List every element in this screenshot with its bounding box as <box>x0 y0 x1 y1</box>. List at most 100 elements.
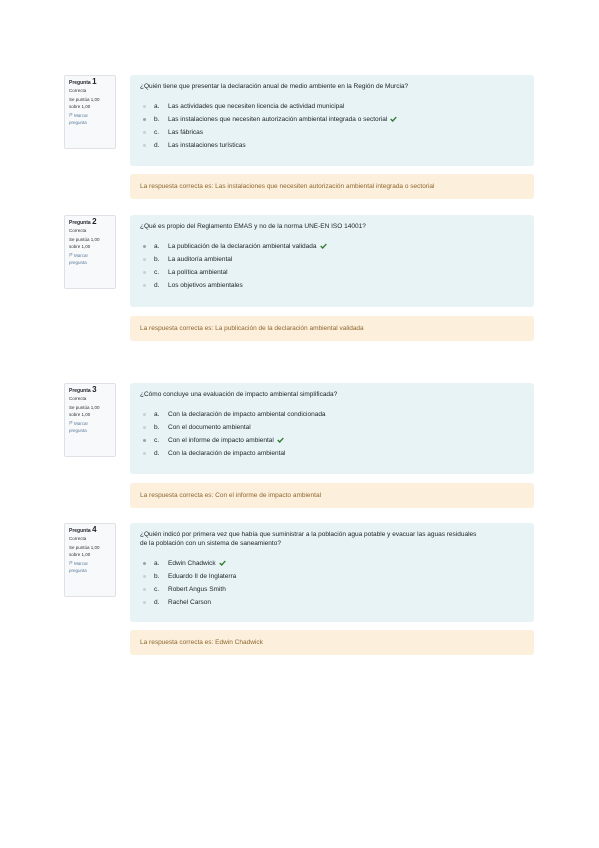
question-state: Correcta <box>69 87 87 93</box>
answer-label: Eduardo II de Inglaterra <box>168 573 237 580</box>
radio-button[interactable] <box>143 426 146 429</box>
question-formulation: ¿Quién indicó por primera vez que había … <box>130 523 534 622</box>
answer-text: Los objetivos ambientales <box>168 281 243 290</box>
question-label: Pregunta <box>69 528 91 534</box>
question-formulation: ¿Cómo concluye una evaluación de impacto… <box>130 383 534 474</box>
answer-letter: d. <box>154 142 160 149</box>
radio-button[interactable] <box>143 439 146 442</box>
check-icon <box>277 437 284 443</box>
answer-label: La auditoría ambiental <box>168 256 233 263</box>
flag-question-link[interactable]: Marcar pregunta <box>69 253 111 266</box>
answer-option[interactable]: b. Eduardo II de Inglaterra <box>140 570 524 583</box>
answer-letter: c. <box>154 437 160 444</box>
answer-text: Las instalaciones que necesiten autoriza… <box>168 115 398 124</box>
radio-button[interactable] <box>143 131 146 134</box>
flag-question-link[interactable]: Marcar pregunta <box>69 113 111 126</box>
grade-line: Se puntúa 1,00 <box>69 405 100 410</box>
answer-option[interactable]: a. Las actividades que necesiten licenci… <box>140 100 524 113</box>
answer-option[interactable]: a. La publicación de la declaración ambi… <box>140 240 524 253</box>
flag-label: pregunta <box>69 427 87 433</box>
answer-letter: a. <box>154 560 160 567</box>
question-number-value: 4 <box>92 525 97 534</box>
question-text: ¿Quién indicó por primera vez que había … <box>140 530 524 548</box>
question-info: Pregunta 2 Correcta Se puntúa 1,00 sobre … <box>64 215 116 289</box>
answer-option[interactable]: a. Con la declaración de impacto ambient… <box>140 408 524 421</box>
answer-text: Rachel Carson <box>168 598 211 607</box>
question-formulation: ¿Qué es propio del Reglamento EMAS y no … <box>130 215 534 307</box>
flag-icon <box>69 113 73 117</box>
question-info: Pregunta 4 Correcta Se puntúa 1,00 sobre … <box>64 523 116 597</box>
answer-option[interactable]: d. Las instalaciones turísticas <box>140 139 524 152</box>
answer-label: Los objetivos ambientales <box>168 282 243 289</box>
radio-button[interactable] <box>143 271 146 274</box>
radio-button[interactable] <box>143 105 146 108</box>
radio-button[interactable] <box>143 144 146 147</box>
answer-text: Con el documento ambiental <box>168 423 251 432</box>
flag-label: pregunta <box>69 119 87 125</box>
question-text: ¿Cómo concluye una evaluación de impacto… <box>140 391 338 398</box>
check-icon <box>218 560 226 566</box>
answer-option[interactable]: c. Con el informe de impacto ambiental <box>140 434 524 447</box>
answer-text: Con el informe de impacto ambiental <box>168 436 284 445</box>
flag-icon <box>69 253 73 257</box>
flag-icon <box>69 421 73 425</box>
question-text: ¿Qué es propio del Reglamento EMAS y no … <box>140 223 366 230</box>
answer-letter: b. <box>154 256 160 263</box>
question-text-line: ¿Quién indicó por primera vez que había … <box>140 531 477 538</box>
answer-label: Con la declaración de impacto ambiental … <box>168 411 326 418</box>
radio-button[interactable] <box>143 601 146 604</box>
correct-answer-feedback: La respuesta correcta es: Las instalacio… <box>130 174 534 199</box>
radio-button[interactable] <box>143 118 146 121</box>
grade-line: sobre 1,00 <box>69 103 91 109</box>
answer-text: La publicación de la declaración ambient… <box>168 242 327 251</box>
check-icon <box>319 243 327 249</box>
question-number-value: 3 <box>92 385 97 394</box>
flag-question-link[interactable]: Marcar pregunta <box>69 561 111 574</box>
check-icon <box>390 116 398 122</box>
answer-letter: a. <box>154 243 160 250</box>
flag-label: pregunta <box>69 567 87 573</box>
answer-option[interactable]: c. Robert Angus Smith <box>140 583 524 596</box>
flag-label: Marcar <box>74 113 89 118</box>
grade-line: sobre 1,00 <box>69 243 91 249</box>
answer-letter: c. <box>154 129 160 136</box>
answer-option[interactable]: c. La política ambiental <box>140 266 524 279</box>
grade-line: Se puntúa 1,00 <box>69 237 100 242</box>
radio-button[interactable] <box>143 588 146 591</box>
answer-option[interactable]: d. Rachel Carson <box>140 596 524 609</box>
answer-text: Edwin Chadwick <box>168 559 226 568</box>
answer-option[interactable]: d. Los objetivos ambientales <box>140 279 524 292</box>
flag-question-link[interactable]: Marcar pregunta <box>69 421 111 434</box>
question-text: ¿Quién tiene que presentar la declaració… <box>140 83 409 90</box>
answer-option[interactable]: b. Las instalaciones que necesiten autor… <box>140 113 524 126</box>
radio-button[interactable] <box>143 452 146 455</box>
question-text-line: de la población con un sistema de saneam… <box>140 540 281 547</box>
answer-option[interactable]: d. Con la declaración de impacto ambient… <box>140 447 524 460</box>
question-info: Pregunta 1 Correcta Se puntúa 1,00 sobre … <box>64 75 116 149</box>
question-formulation: ¿Quién tiene que presentar la declaració… <box>130 75 534 166</box>
answer-letter: d. <box>154 282 160 289</box>
flag-icon <box>69 561 73 565</box>
radio-button[interactable] <box>143 562 146 565</box>
answer-option[interactable]: c. Las fábricas <box>140 126 524 139</box>
answer-option[interactable]: a. Edwin Chadwick <box>140 557 524 570</box>
answer-text: Robert Angus Smith <box>168 585 226 594</box>
answer-option[interactable]: b. Con el documento ambiental <box>140 421 524 434</box>
answer-label: Las instalaciones que necesiten autoriza… <box>168 116 388 123</box>
radio-button[interactable] <box>143 245 146 248</box>
answer-option[interactable]: b. La auditoría ambiental <box>140 253 524 266</box>
question-number: Pregunta 2 <box>69 218 111 227</box>
answer-letter: c. <box>154 269 160 276</box>
radio-button[interactable] <box>143 284 146 287</box>
flag-label: Marcar <box>74 561 89 566</box>
question-label: Pregunta <box>69 80 91 86</box>
question-state: Correcta <box>69 535 87 541</box>
radio-button[interactable] <box>143 575 146 578</box>
radio-button[interactable] <box>143 413 146 416</box>
radio-button[interactable] <box>143 258 146 261</box>
question-number: Pregunta 1 <box>69 78 111 87</box>
grade-line: sobre 1,00 <box>69 411 91 417</box>
question-label: Pregunta <box>69 220 91 226</box>
answer-label: Las fábricas <box>168 129 204 136</box>
answer-label: La publicación de la declaración ambient… <box>168 243 317 250</box>
